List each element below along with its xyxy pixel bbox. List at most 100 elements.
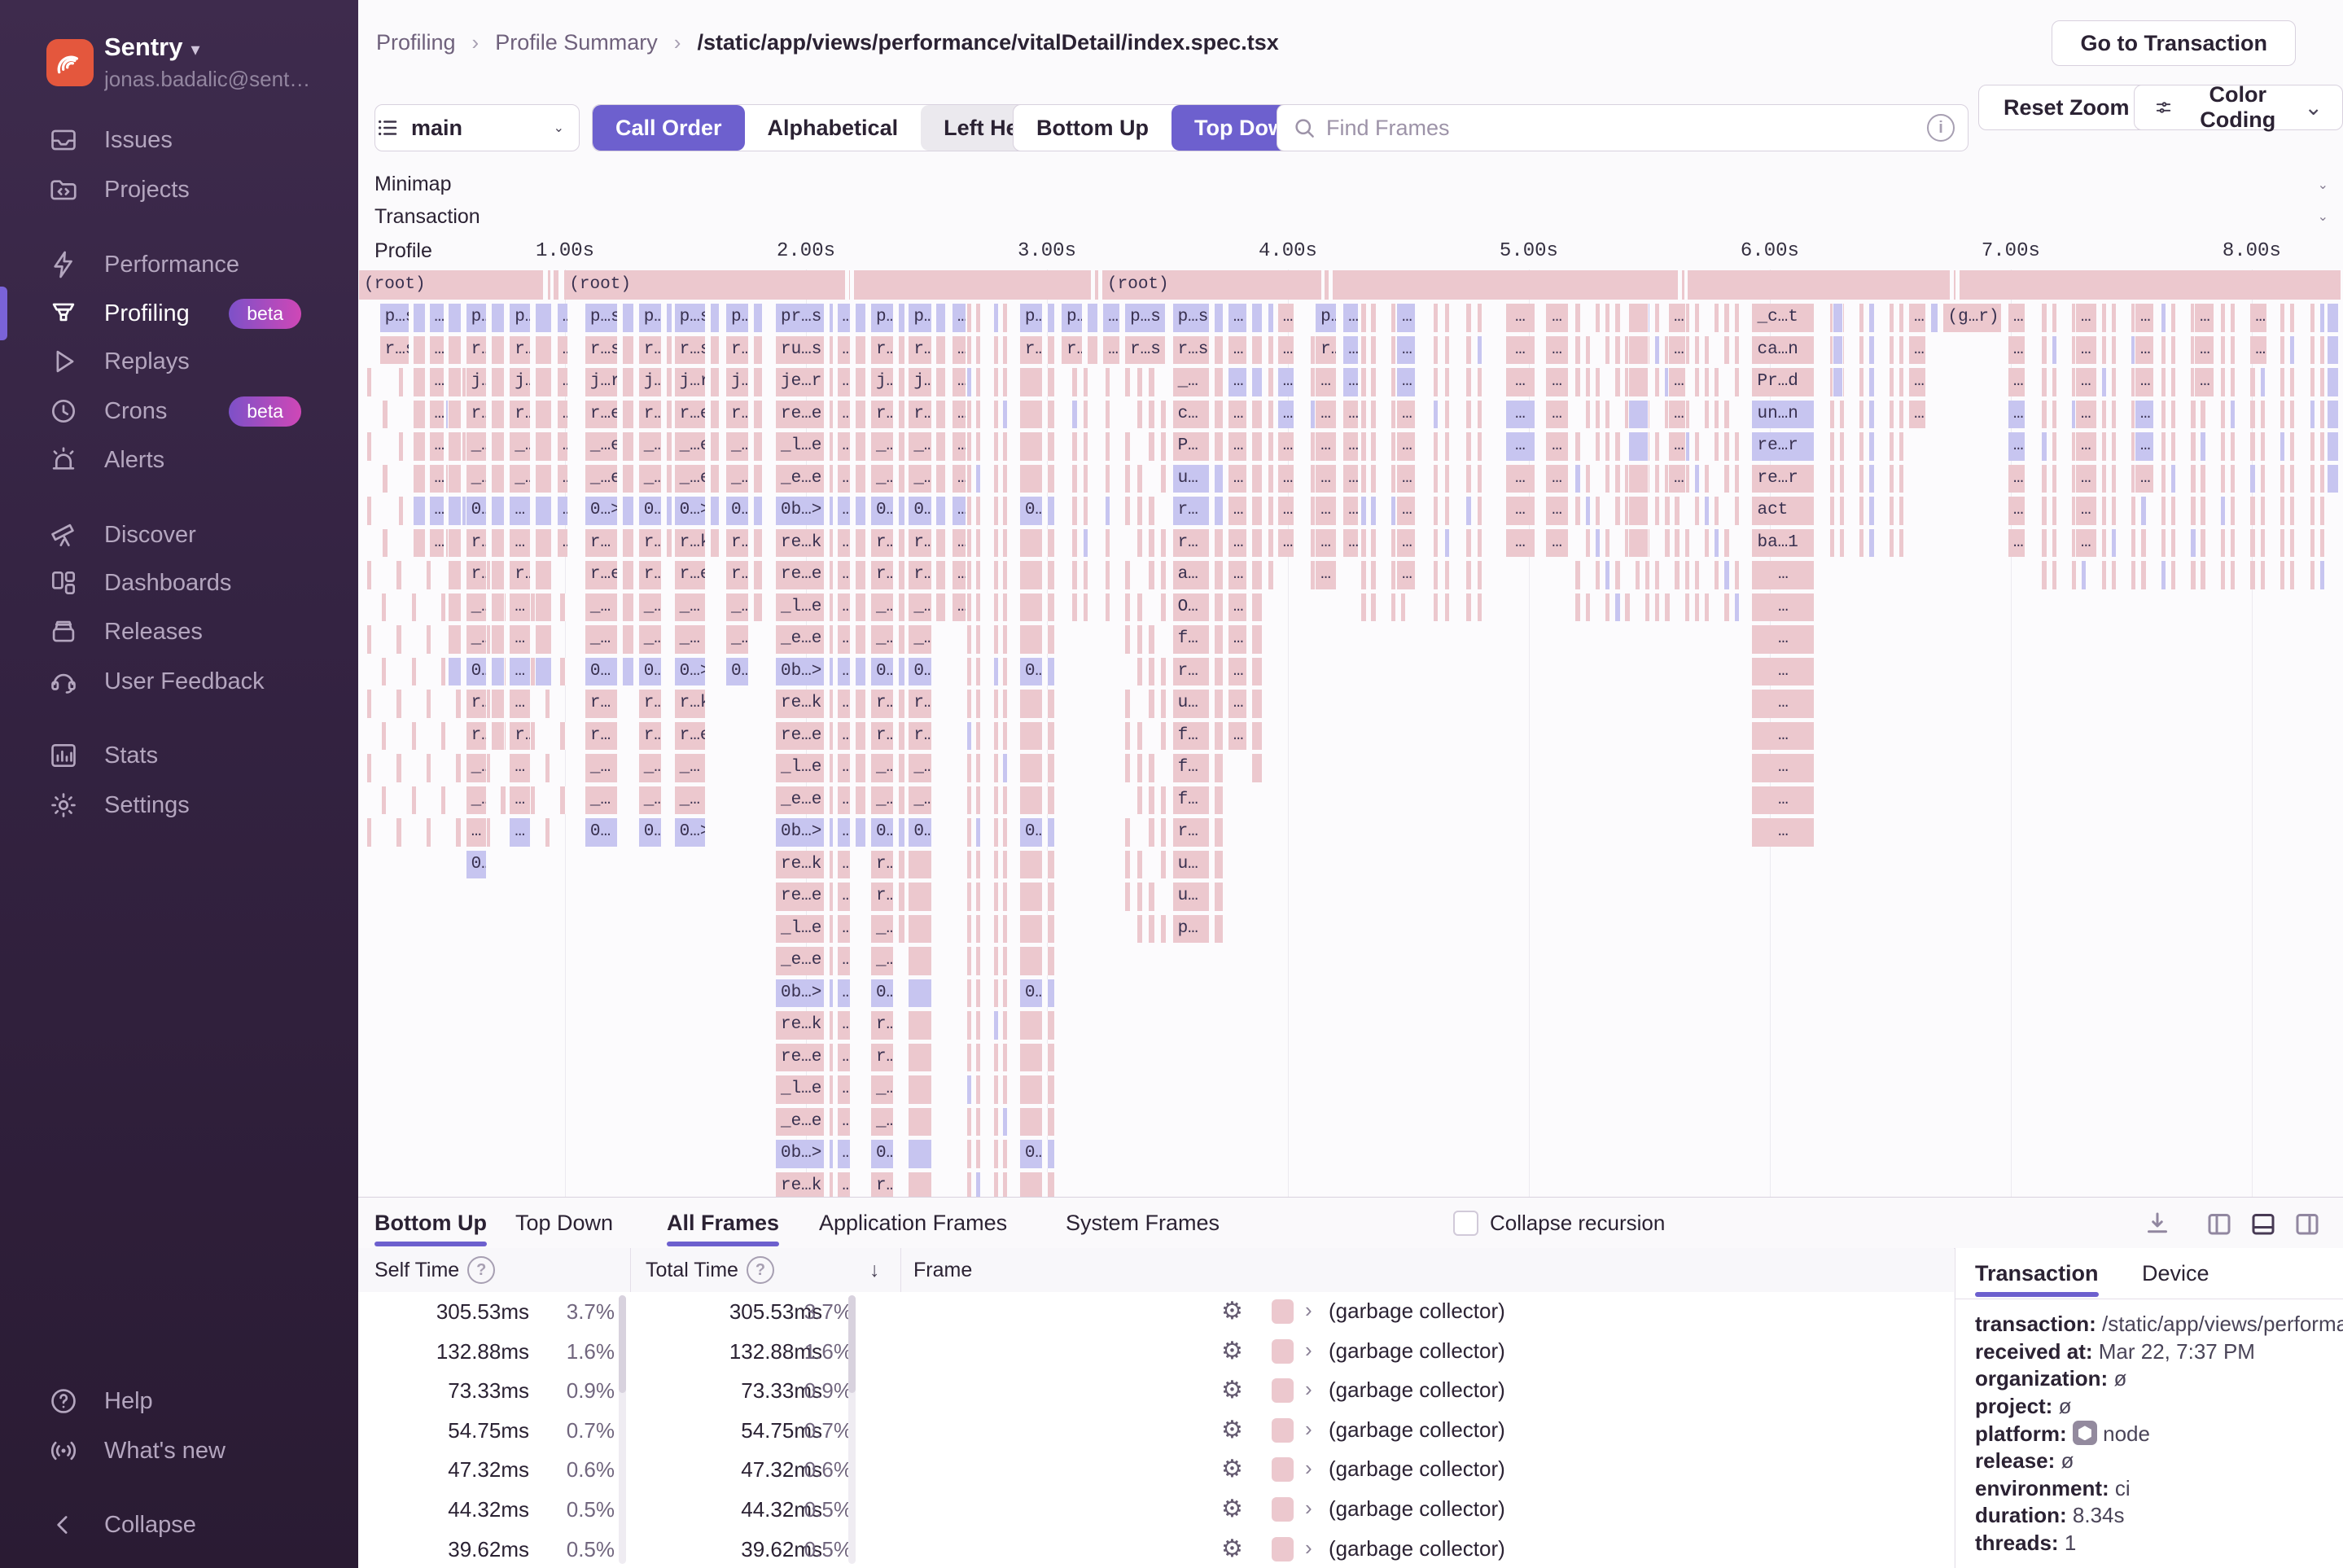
flame-frame[interactable] (1614, 497, 1620, 525)
flame-frame[interactable] (1664, 529, 1670, 558)
flame-frame[interactable] (966, 304, 972, 332)
flame-frame[interactable] (1889, 304, 1894, 332)
flame-frame[interactable] (1654, 304, 1660, 332)
flame-frame[interactable]: _e…e (775, 625, 825, 654)
flame-frame[interactable] (1214, 786, 1224, 815)
expand-chevron-icon[interactable]: › (1305, 1417, 1312, 1442)
flame-frame[interactable] (1605, 401, 1610, 429)
flame-frame[interactable] (975, 722, 981, 751)
flame-frame[interactable] (2327, 368, 2339, 396)
flame-frame[interactable] (1694, 304, 1700, 332)
flame-frame[interactable] (1674, 529, 1680, 558)
flame-frame[interactable]: … (2075, 304, 2097, 332)
flame-frame[interactable] (975, 401, 981, 429)
flame-frame[interactable]: … (1228, 625, 1247, 654)
flame-frame[interactable] (2289, 368, 2295, 396)
flame-frame[interactable] (966, 947, 972, 975)
flame-frame[interactable] (1002, 851, 1008, 879)
flame-frame[interactable] (545, 690, 550, 718)
flame-frame[interactable] (1047, 401, 1055, 429)
flame-frame[interactable] (545, 818, 550, 847)
flame-frame[interactable]: … (1396, 465, 1416, 493)
flame-frame[interactable] (855, 658, 867, 686)
flame-frame[interactable] (491, 529, 505, 558)
flame-frame[interactable] (753, 561, 763, 589)
flame-frame[interactable] (1002, 1108, 1008, 1137)
flame-frame[interactable] (1433, 497, 1439, 525)
flame-frame[interactable] (908, 1044, 931, 1072)
flame-frame[interactable]: _… (638, 593, 662, 622)
flame-frame[interactable]: _… (908, 625, 931, 654)
flame-frame[interactable] (2190, 497, 2196, 525)
flame-frame[interactable]: un…n (1751, 401, 1815, 429)
flame-frame[interactable] (855, 497, 867, 525)
flame-frame[interactable] (455, 754, 461, 782)
flame-frame[interactable]: p… (1019, 304, 1043, 332)
flame-frame[interactable] (855, 529, 867, 558)
flame-frame[interactable] (666, 304, 673, 332)
flame-frame[interactable] (1251, 304, 1262, 332)
flame-frame[interactable]: … (1315, 368, 1337, 396)
flame-frame[interactable] (1465, 593, 1471, 622)
flame-frame[interactable] (2111, 561, 2117, 589)
flame-frame[interactable] (1595, 561, 1601, 589)
flame-frame[interactable] (2289, 497, 2295, 525)
flame-frame[interactable] (1019, 368, 1043, 396)
flame-frame[interactable] (1714, 561, 1719, 589)
flame-frame[interactable]: … (1668, 368, 1686, 396)
flame-frame[interactable] (1002, 818, 1008, 847)
flame-frame[interactable] (2319, 529, 2325, 558)
flame-frame[interactable] (1465, 561, 1471, 589)
flame-frame[interactable] (898, 336, 905, 365)
flame-frame[interactable] (975, 1011, 981, 1040)
flame-frame[interactable]: … (1668, 465, 1686, 493)
flame-frame[interactable]: … (2135, 432, 2154, 461)
flame-frame[interactable] (1390, 304, 1396, 332)
flame-frame[interactable] (1019, 786, 1043, 815)
flame-frame[interactable] (2249, 465, 2255, 493)
flame-frame[interactable] (2190, 529, 2196, 558)
flame-frame[interactable] (1136, 368, 1143, 396)
flame-frame[interactable]: r…s (379, 336, 410, 365)
flame-frame[interactable]: … (1908, 336, 1926, 365)
flame-frame[interactable] (975, 497, 981, 525)
flame-frame[interactable] (1585, 497, 1591, 525)
flame-frame[interactable]: … (837, 368, 851, 396)
flame-frame[interactable]: _… (674, 754, 706, 782)
flame-frame[interactable] (1614, 465, 1620, 493)
flame-frame[interactable] (1251, 593, 1262, 622)
flame-frame[interactable] (491, 722, 505, 751)
flame-frame[interactable] (622, 401, 634, 429)
flame-frame[interactable] (1889, 401, 1894, 429)
flame-frame[interactable] (1251, 722, 1262, 751)
flame-frame[interactable]: p… (638, 304, 662, 332)
flame-frame[interactable]: r… (638, 401, 662, 429)
flame-frame[interactable] (898, 690, 905, 718)
expand-chevron-icon[interactable]: › (1305, 1496, 1312, 1521)
flame-frame[interactable] (1465, 336, 1471, 365)
expand-chevron-icon[interactable]: › (1305, 1298, 1312, 1323)
flame-frame[interactable] (2190, 401, 2196, 429)
flame-frame[interactable]: … (1396, 529, 1416, 558)
flame-frame[interactable] (1002, 625, 1008, 654)
flame-frame[interactable] (1083, 465, 1088, 493)
flame-frame[interactable] (1214, 529, 1224, 558)
flame-frame[interactable]: re…r (1751, 465, 1815, 493)
flame-frame[interactable] (1002, 947, 1008, 975)
flame-frame[interactable] (1839, 465, 1845, 493)
total-time-header[interactable]: Total Time? (646, 1248, 774, 1292)
flame-frame[interactable] (1148, 529, 1154, 558)
flame-frame[interactable] (2041, 432, 2047, 461)
flame-frame[interactable] (855, 625, 867, 654)
flame-frame[interactable]: act (1751, 497, 1815, 525)
flame-frame[interactable]: r… (466, 336, 488, 365)
flame-frame[interactable] (2111, 497, 2117, 525)
flame-frame[interactable] (898, 851, 905, 879)
flame-frame[interactable]: 0… (638, 497, 662, 525)
flame-frame[interactable] (2279, 529, 2285, 558)
flame-frame[interactable]: … (429, 304, 445, 332)
flame-frame[interactable] (1859, 336, 1864, 365)
flame-frame[interactable]: _… (870, 915, 894, 944)
flame-frame[interactable] (753, 529, 763, 558)
flame-frame[interactable]: … (2008, 304, 2025, 332)
